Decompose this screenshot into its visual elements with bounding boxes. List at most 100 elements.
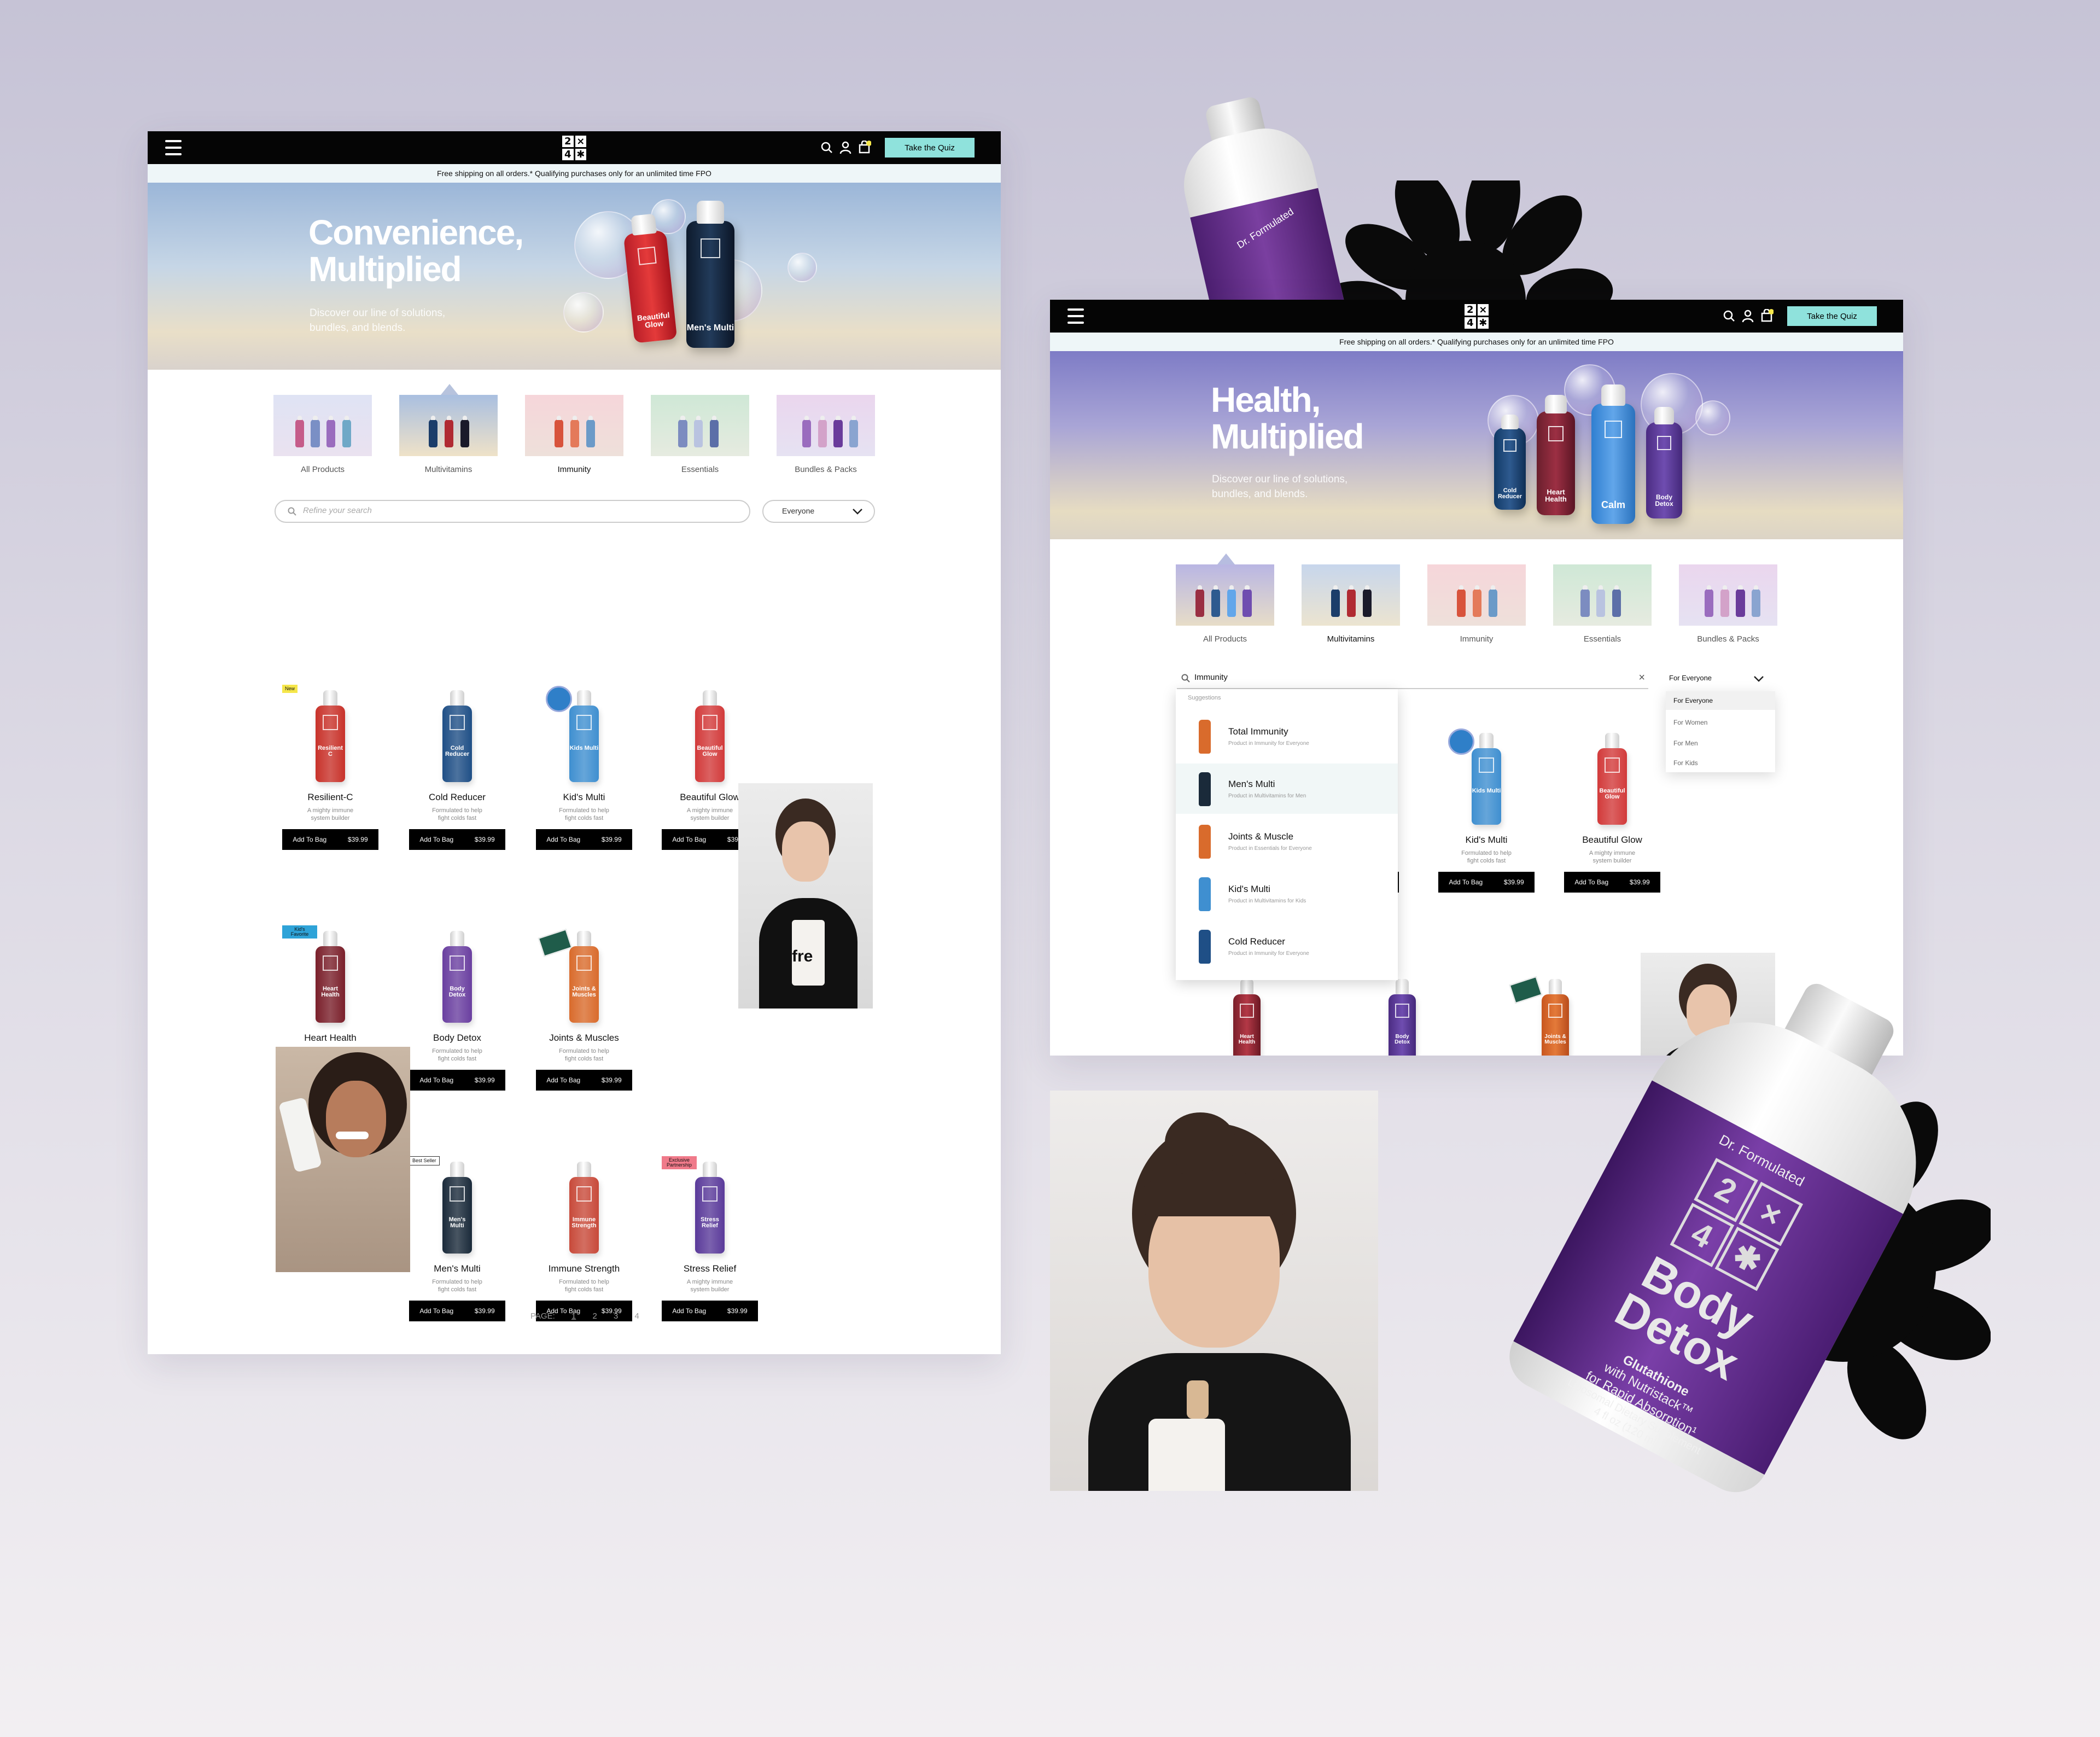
category-essentials[interactable]: Essentials: [1553, 564, 1652, 652]
product-desc: Formulated to help fight colds fast: [432, 807, 482, 821]
add-to-bag-button[interactable]: Add To Bag$39.99: [536, 1070, 632, 1091]
menu-icon[interactable]: [165, 140, 182, 155]
hero-bottle: Cold Reducer: [1494, 415, 1526, 510]
product-card[interactable]: Body Detox Body Detox Formulated to help fi…: [402, 913, 512, 1099]
hero-subtitle: Discover our line of solutions, bundles, …: [1212, 474, 1348, 500]
product-name[interactable]: Joints & Muscles: [529, 1033, 639, 1044]
option-for-women[interactable]: For Women: [1666, 713, 1775, 732]
product-name[interactable]: Kid's Multi: [1432, 835, 1541, 846]
product-desc: Formulated to help fight colds fast: [559, 807, 609, 821]
hero-bottle: Men's Multi: [686, 200, 734, 348]
option-for-men[interactable]: For Men: [1666, 734, 1775, 753]
suggestion-item[interactable]: Joints & Muscle Product in Essentials for…: [1176, 816, 1398, 866]
product-card[interactable]: Stress Relief Stress Relief A mighty immun…: [655, 1144, 765, 1330]
category-multivitamins[interactable]: Multivitamins: [399, 384, 498, 482]
lifestyle-photo: fre: [738, 783, 873, 1009]
add-to-bag-button[interactable]: Add To Bag$39.99: [409, 1070, 505, 1091]
page-link[interactable]: 3: [614, 1312, 618, 1321]
search-bar[interactable]: Refine your search: [275, 500, 750, 523]
add-to-bag-button[interactable]: Add To Bag$39.99: [1438, 872, 1535, 893]
suggestion-thumb: [1199, 720, 1211, 754]
product-name[interactable]: Resilient-C: [276, 792, 385, 803]
product-name[interactable]: Men's Multi: [402, 1263, 512, 1274]
product-card[interactable]: Cold Reducer Cold Reducer Formulated to he…: [402, 673, 512, 859]
product-name[interactable]: Kid's Multi: [529, 792, 639, 803]
menu-icon[interactable]: [1068, 308, 1084, 324]
product-name[interactable]: Heart Health: [276, 1033, 385, 1044]
product-card[interactable]: Kids Multi Kid's Multi Formulated to help f…: [1432, 715, 1541, 901]
add-to-bag-button[interactable]: Add To Bag$39.99: [409, 1301, 505, 1321]
product-name[interactable]: Body Detox: [402, 1033, 512, 1044]
clear-icon[interactable]: ×: [1638, 672, 1645, 684]
audience-select[interactable]: For Everyone: [1665, 669, 1775, 688]
bag-icon[interactable]: [1760, 308, 1774, 323]
logo[interactable]: 2 × 4 ✱: [1465, 304, 1489, 329]
product-name[interactable]: Immune Strength: [529, 1263, 639, 1274]
product-card[interactable]: Resilient C Resilient-C A mighty immune sys…: [276, 673, 385, 859]
account-icon[interactable]: [839, 141, 852, 155]
search-icon[interactable]: [820, 141, 833, 154]
take-quiz-button[interactable]: Take the Quiz: [885, 138, 975, 158]
suggestion-item[interactable]: Kid's Multi Product in Multivitamins for …: [1176, 868, 1398, 919]
product-bottle: Beautiful Glow: [695, 690, 725, 782]
add-to-bag-button[interactable]: Add To Bag$39.99: [536, 829, 632, 850]
product-card[interactable]: Men's Multi Men's Multi Formulated to help…: [402, 1144, 512, 1330]
hero-bottle: Body Detox: [1646, 406, 1682, 518]
add-to-bag-button[interactable]: Add To Bag$39.99: [1564, 872, 1660, 893]
product-card[interactable]: Beautiful Glow Beautiful Glow A mighty imm…: [1558, 715, 1667, 901]
product-card[interactable]: Body Detox: [1369, 979, 1435, 1056]
category-all-products[interactable]: All Products: [1176, 553, 1274, 652]
page-link[interactable]: 1: [571, 1312, 576, 1321]
option-for-kids[interactable]: For Kids: [1666, 754, 1775, 772]
suggestion-item[interactable]: Total Immunity Product in Immunity for Ev…: [1176, 711, 1398, 761]
product-bottle: Beautiful Glow: [1597, 733, 1627, 825]
take-quiz-button[interactable]: Take the Quiz: [1787, 306, 1877, 326]
category-essentials[interactable]: Essentials: [651, 395, 749, 482]
product-bottle: Cold Reducer: [442, 690, 472, 782]
product-card[interactable]: Joints & Muscles Joints & Muscles Formulat…: [529, 913, 639, 1099]
page-link[interactable]: 4: [634, 1312, 639, 1321]
hero-banner: Convenience, Multiplied Discover our line…: [148, 183, 1001, 370]
category-immunity[interactable]: Immunity: [1427, 564, 1526, 652]
page-link[interactable]: 2: [592, 1312, 597, 1321]
bag-icon[interactable]: [858, 140, 872, 154]
product-name[interactable]: Stress Relief: [655, 1263, 765, 1274]
add-to-bag-button[interactable]: Add To Bag$39.99: [282, 829, 378, 850]
suggestion-item[interactable]: Cold Reducer Product in Immunity for Ever…: [1176, 921, 1398, 971]
suggestion-thumb: [1199, 930, 1211, 964]
category-bundles-packs[interactable]: Bundles & Packs: [1679, 564, 1777, 652]
shipping-banner: Free shipping on all orders.* Qualifying…: [148, 164, 1001, 183]
search-bar[interactable]: Immunity ×: [1177, 669, 1648, 689]
suggestion-thumb: [1199, 877, 1211, 911]
product-card[interactable]: Immune Strength Immune Strength Formulated…: [529, 1144, 639, 1330]
header-bar: 2 × 4 ✱ Take the Quiz: [1050, 300, 1903, 333]
product-badge: Kid's Favorite: [282, 925, 317, 939]
product-bottle: Immune Strength: [569, 1162, 599, 1254]
category-multivitamins[interactable]: Multivitamins: [1302, 564, 1400, 652]
category-immunity[interactable]: Immunity: [525, 395, 623, 482]
logo[interactable]: 2 × 4 ✱: [562, 136, 586, 160]
search-icon: [288, 507, 296, 516]
category-all-products[interactable]: All Products: [273, 395, 372, 482]
audience-select[interactable]: Everyone: [762, 500, 875, 523]
product-badge: New: [282, 685, 298, 693]
product-desc: Formulated to help fight colds fast: [559, 1279, 609, 1293]
suggestion-subtitle: Product in Essentials for Everyone: [1228, 846, 1312, 852]
category-bundles-packs[interactable]: Bundles & Packs: [777, 395, 875, 482]
product-box-icon: [1509, 976, 1543, 1004]
product-card[interactable]: Kids Multi Kid's Multi Formulated to help f…: [529, 673, 639, 859]
left-page: 2 × 4 ✱ Take the Quiz Free shipping on all …: [148, 131, 1001, 1354]
bubble: [788, 253, 817, 282]
audience-value: For Everyone: [1669, 674, 1712, 682]
audience-value: Everyone: [782, 506, 815, 515]
option-for-everyone[interactable]: For Everyone: [1666, 691, 1775, 710]
product-card[interactable]: Heart Health: [1214, 979, 1280, 1056]
suggestion-item[interactable]: Men's Multi Product in Multivitamins for …: [1176, 763, 1398, 814]
add-to-bag-button[interactable]: Add To Bag$39.99: [662, 1301, 758, 1321]
account-icon[interactable]: [1741, 309, 1754, 323]
add-to-bag-button[interactable]: Add To Bag$39.99: [409, 829, 505, 850]
product-card[interactable]: Joints & Muscles: [1509, 976, 1588, 1056]
product-name[interactable]: Beautiful Glow: [1558, 835, 1667, 846]
search-icon[interactable]: [1723, 310, 1736, 323]
product-name[interactable]: Cold Reducer: [402, 792, 512, 803]
